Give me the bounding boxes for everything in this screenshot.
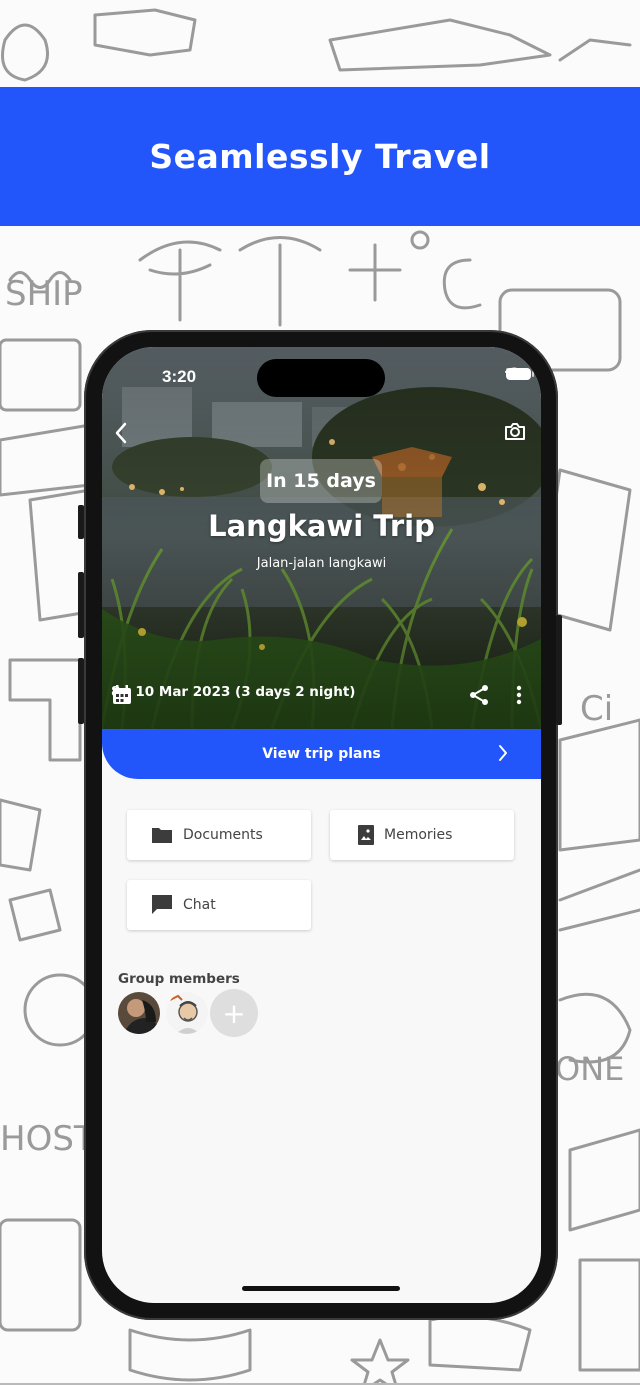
phone-volume-up (78, 572, 84, 638)
trip-cover-photo: 3:20 In 15 days Langkawi Trip Jalan-jala… (102, 347, 541, 729)
banner-title: Seamlessly Travel (149, 137, 491, 176)
member-photo-1 (118, 992, 160, 1034)
group-members-label: Group members (118, 971, 240, 987)
dynamic-island (257, 359, 385, 397)
trip-subtitle: Jalan-jalan langkawi (256, 556, 387, 571)
member-photo-2 (166, 992, 208, 1034)
documents-tile[interactable]: Documents (127, 810, 311, 860)
phone-volume-down (78, 658, 84, 724)
share-icon[interactable] (468, 684, 490, 706)
trip-date-row: 8 - 10 Mar 2023 (3 days 2 night) (111, 684, 356, 704)
battery-icon (506, 368, 534, 380)
camera-icon[interactable] (504, 421, 526, 441)
chat-bubble-icon (152, 895, 172, 914)
svg-text:SHIP: SHIP (5, 274, 83, 314)
add-member-button[interactable]: + (210, 989, 258, 1037)
countdown-badge: In 15 days (260, 459, 382, 503)
phone-side-button (78, 505, 84, 539)
svg-text:Ci: Ci (580, 689, 613, 729)
documents-label: Documents (183, 827, 263, 843)
trip-dates: 8 - 10 Mar 2023 (3 days 2 night) (111, 684, 356, 700)
memories-label: Memories (384, 827, 453, 843)
header-banner: Seamlessly Travel (0, 87, 640, 226)
folder-icon (152, 828, 172, 843)
more-options-icon[interactable] (515, 685, 523, 705)
phone-power-button (556, 615, 562, 725)
home-indicator (242, 1286, 400, 1291)
calendar-icon (113, 685, 131, 704)
chevron-right-icon (499, 745, 507, 761)
status-time: 3:20 (162, 367, 197, 386)
trip-title: Langkawi Trip (208, 509, 435, 543)
chat-tile[interactable]: Chat (127, 880, 311, 930)
photo-book-icon (358, 825, 374, 845)
chat-label: Chat (183, 897, 216, 913)
memories-tile[interactable]: Memories (330, 810, 514, 860)
view-trip-plans-label: View trip plans (262, 746, 381, 762)
avatar[interactable] (118, 992, 160, 1034)
app-screen: 3:20 In 15 days Langkawi Trip Jalan-jala… (102, 347, 541, 1303)
svg-text:ONE: ONE (555, 1050, 624, 1088)
avatar[interactable] (166, 992, 208, 1034)
svg-text:HOST: HOST (0, 1119, 95, 1159)
view-trip-plans-button[interactable]: View trip plans (102, 729, 541, 779)
back-chevron-icon[interactable] (114, 422, 128, 444)
